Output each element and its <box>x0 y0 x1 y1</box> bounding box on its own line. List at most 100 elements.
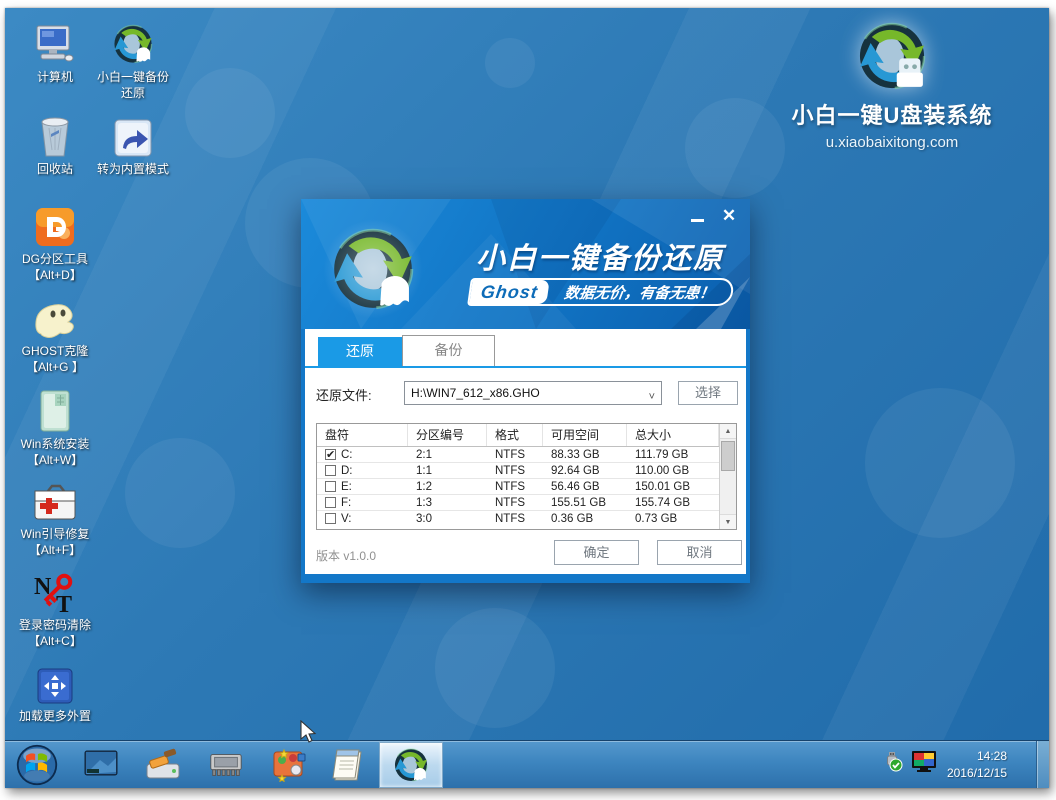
table-header-row: 盘符分区编号格式可用空间总大小 <box>317 424 719 447</box>
desktop-screen: 计算机 小白一键备份 还原 回收站 转为内置模式 DG分区工 <box>5 8 1049 788</box>
total-size: 155.74 GB <box>627 495 719 511</box>
scrollbar-thumb[interactable] <box>721 441 735 471</box>
desktop-icon-internal-mode[interactable]: 转为内置模式 <box>87 110 179 177</box>
tab-restore[interactable]: 还原 <box>318 337 402 366</box>
desktop-icon-label: Win系统安装 【Alt+W】 <box>9 436 101 468</box>
column-header[interactable]: 总大小 <box>627 424 719 446</box>
desktop-icon-label: 登录密码清除 【Alt+C】 <box>9 617 101 649</box>
format: NTFS <box>487 495 543 511</box>
partition-checkbox[interactable] <box>325 481 336 492</box>
table-body: C: 2:1 NTFS 88.33 GB 111.79 GBD: 1:1 NTF… <box>317 447 719 527</box>
background-decor <box>435 608 555 728</box>
desktop-icon-backup-restore[interactable]: 小白一键备份 还原 <box>87 18 179 101</box>
loadmore-icon <box>9 657 101 705</box>
partition-checkbox[interactable] <box>325 465 336 476</box>
partition-checkbox[interactable] <box>325 497 336 508</box>
dialog-body: 还原备份 还原文件: H:\WIN7_612_x86.GHO ˅ 选择 盘符分区… <box>301 329 750 583</box>
scroll-down-icon[interactable]: ▼ <box>720 514 736 529</box>
total-size: 150.01 GB <box>627 479 719 495</box>
total-size: 0.73 GB <box>627 511 719 527</box>
background-decor <box>125 438 235 548</box>
svg-text:T: T <box>56 592 72 614</box>
usb-safely-remove-icon[interactable] <box>881 750 903 779</box>
dg-icon <box>9 200 101 248</box>
desktop-icon-win-boot-repair[interactable]: Win引导修复 【Alt+F】 <box>9 475 101 558</box>
column-header[interactable]: 格式 <box>487 424 543 446</box>
desktop-icon-ghost-clone[interactable]: GHOST克隆 【Alt+G 】 <box>9 292 101 375</box>
ghost-brand-label: Ghost <box>469 280 549 304</box>
clock-time: 14:28 <box>947 748 1007 764</box>
scroll-up-icon[interactable]: ▲ <box>720 424 736 439</box>
close-button[interactable]: ✕ <box>720 207 738 225</box>
restore-file-value: H:\WIN7_612_x86.GHO <box>411 386 540 400</box>
desktop-icon-load-more-tools[interactable]: 加载更多外置 <box>9 657 101 724</box>
brand-logo-icon <box>767 18 1017 94</box>
desktop-icon-win-install[interactable]: Win系统安装 【Alt+W】 <box>9 385 101 468</box>
partition-number: 1:2 <box>408 479 487 495</box>
restore-file-row: 还原文件: H:\WIN7_612_x86.GHO ˅ 选择 <box>305 381 746 405</box>
free-space: 92.64 GB <box>543 463 627 479</box>
free-space: 88.33 GB <box>543 447 627 463</box>
dialog-title: 小白一键备份还原 <box>469 235 731 277</box>
brand-title: 小白一键U盘装系统 <box>767 98 1017 130</box>
partition-row-C[interactable]: C: 2:1 NTFS 88.33 GB 111.79 GB <box>317 447 719 463</box>
partition-row-E[interactable]: E: 1:2 NTFS 56.46 GB 150.01 GB <box>317 479 719 495</box>
partition-checkbox[interactable] <box>325 449 336 460</box>
desktop-icon-dg-partition-tool[interactable]: DG分区工具 【Alt+D】 <box>9 200 101 283</box>
display-settings-icon[interactable] <box>911 750 937 779</box>
tab-bar: 还原备份 <box>305 329 746 368</box>
partition-row-D[interactable]: D: 1:1 NTFS 92.64 GB 110.00 GB <box>317 463 719 479</box>
ghost-slogan: 数据无价，有备无患！ <box>546 280 732 304</box>
clock-date: 2016/12/15 <box>947 765 1007 781</box>
shortcut-icon <box>87 110 179 158</box>
format: NTFS <box>487 479 543 495</box>
partition-number: 1:3 <box>408 495 487 511</box>
table-scrollbar[interactable]: ▲ ▼ <box>719 424 736 529</box>
format: NTFS <box>487 463 543 479</box>
restore-file-combobox[interactable]: H:\WIN7_612_x86.GHO ˅ <box>404 381 662 405</box>
taskbar-button-paint-tool[interactable] <box>271 747 309 783</box>
taskbar-button-memory-chip[interactable] <box>207 747 245 783</box>
taskbar-button-notepad[interactable] <box>330 747 368 783</box>
partition-checkbox[interactable] <box>325 513 336 524</box>
desktop-icon-password-clear[interactable]: N T 登录密码清除 【Alt+C】 <box>9 566 101 649</box>
desktop-icon-label: DG分区工具 【Alt+D】 <box>9 251 101 283</box>
drive-letter: V: <box>341 513 351 525</box>
minimize-button[interactable] <box>688 207 706 225</box>
partition-row-F[interactable]: F: 1:3 NTFS 155.51 GB 155.74 GB <box>317 495 719 511</box>
format: NTFS <box>487 511 543 527</box>
desktop-icon-label: 加载更多外置 <box>9 708 101 724</box>
dialog-header: 小白一键备份还原 Ghost 数据无价，有备无患！ ✕ <box>301 199 750 329</box>
taskbar: 14:28 2016/12/15 <box>5 740 1049 788</box>
show-desktop-button[interactable] <box>1036 741 1049 788</box>
ghost-icon <box>9 292 101 340</box>
taskbar-button-desktop-preview[interactable] <box>82 747 120 783</box>
version-label: 版本 v1.0.0 <box>316 547 376 564</box>
brand-url: u.xiaobaixitong.com <box>767 134 1017 151</box>
column-header[interactable]: 可用空间 <box>543 424 627 446</box>
drive-letter: E: <box>341 481 352 493</box>
brand-watermark: 小白一键U盘装系统 u.xiaobaixitong.com <box>767 18 1017 151</box>
tab-backup[interactable]: 备份 <box>402 335 495 366</box>
system-tray: 14:28 2016/12/15 <box>881 741 1019 788</box>
desktop-icon-label: GHOST克隆 【Alt+G 】 <box>9 343 101 375</box>
desktop-icon-label: 转为内置模式 <box>87 161 179 177</box>
partition-table: 盘符分区编号格式可用空间总大小 C: 2:1 NTFS 88.33 GB 111… <box>316 423 737 530</box>
start-button[interactable] <box>15 743 59 787</box>
ok-button[interactable]: 确定 <box>554 540 639 565</box>
drive-letter: D: <box>341 465 353 477</box>
taskbar-button-disk-tool[interactable] <box>144 747 182 783</box>
desktop-icon-label: Win引导修复 【Alt+F】 <box>9 526 101 558</box>
chevron-down-icon[interactable]: ˅ <box>649 386 655 405</box>
taskbar-clock[interactable]: 14:28 2016/12/15 <box>947 748 1007 780</box>
column-header[interactable]: 盘符 <box>317 424 408 446</box>
select-file-button[interactable]: 选择 <box>678 381 738 405</box>
dialog-footer: 版本 v1.0.0 确定 取消 <box>305 534 746 574</box>
ntpass-icon: N T <box>9 566 101 614</box>
taskbar-active-app-button[interactable] <box>379 742 443 788</box>
column-header[interactable]: 分区编号 <box>408 424 487 446</box>
wininst-icon <box>9 385 101 433</box>
cancel-button[interactable]: 取消 <box>657 540 742 565</box>
partition-row-V[interactable]: V: 3:0 NTFS 0.36 GB 0.73 GB <box>317 511 719 527</box>
desktop-icon-label: 小白一键备份 还原 <box>87 69 179 101</box>
